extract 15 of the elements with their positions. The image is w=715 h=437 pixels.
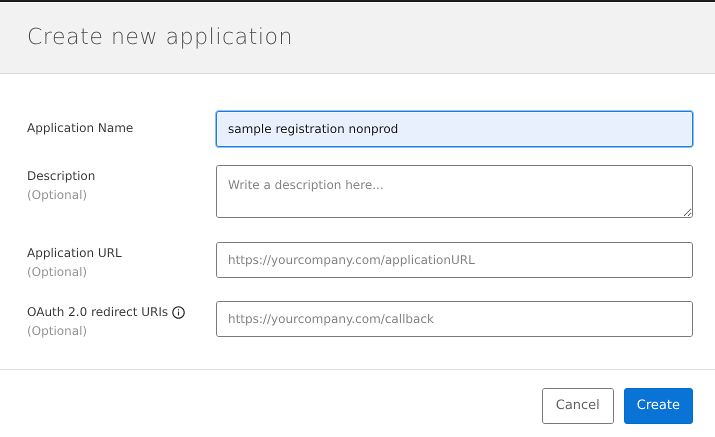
input-field[interactable]: https://yourcompany.com/applicationURL	[216, 242, 693, 278]
cancel-button[interactable]: Cancel	[542, 388, 614, 424]
input-field[interactable]: https://yourcompany.com/callback	[216, 301, 693, 337]
optional-label: (Optional)	[27, 187, 88, 204]
field-label: Description	[27, 168, 96, 185]
optional-label: (Optional)	[27, 264, 88, 281]
info-icon[interactable]	[172, 306, 186, 319]
field-label: Application URL	[27, 245, 122, 262]
field-label: Application Name	[27, 120, 134, 137]
description-field[interactable]: Write a description here...	[216, 165, 693, 218]
optional-label: (Optional)	[27, 323, 88, 340]
field-label: OAuth 2.0 redirect URIs	[27, 304, 168, 321]
dialog-title: Create new application	[27, 24, 294, 52]
create-button[interactable]: Create	[624, 388, 693, 424]
input-field[interactable]: sample registration nonprod	[216, 111, 693, 147]
